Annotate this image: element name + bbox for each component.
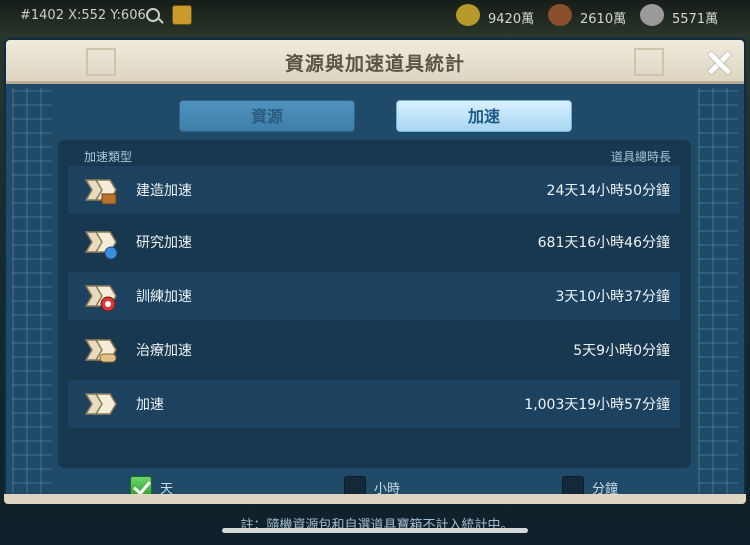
training-speedup-icon <box>84 285 117 312</box>
healing-speedup-icon <box>84 339 117 363</box>
header-speedup-type: 加速類型 <box>84 150 133 164</box>
food-icon <box>456 4 480 26</box>
dialog-title-bar: 資源與加速道具統計 <box>6 40 744 84</box>
speedup-stats-dialog: 資源與加速道具統計 資源 加速 加速類型 道具總時長 建造加速 24天14小時5… <box>4 38 746 533</box>
food-amount: 9420萬 <box>488 12 535 27</box>
close-icon[interactable] <box>706 50 732 76</box>
speedup-table: 加速類型 道具總時長 建造加速 24天14小時50分鐘 研究加速 681天16小… <box>58 140 691 468</box>
row-duration: 3天10小時37分鐘 <box>555 289 670 305</box>
table-row: 訓練加速 3天10小時37分鐘 <box>68 272 680 320</box>
stone-icon <box>640 4 664 26</box>
row-name: 治療加速 <box>136 343 192 359</box>
header-total-duration: 道具總時長 <box>610 150 671 164</box>
row-name: 訓練加速 <box>136 289 192 305</box>
greek-key-border-left <box>12 88 52 498</box>
row-duration: 24天14小時50分鐘 <box>546 183 670 199</box>
row-duration: 1,003天19小時57分鐘 <box>524 397 670 413</box>
tab-resources[interactable]: 資源 <box>179 100 355 132</box>
research-speedup-icon <box>84 231 118 260</box>
table-row: 建造加速 24天14小時50分鐘 <box>68 166 680 214</box>
table-row: 治療加速 5天9小時0分鐘 <box>68 326 680 374</box>
universal-speedup-icon <box>84 393 117 415</box>
table-row: 加速 1,003天19小時57分鐘 <box>68 380 680 428</box>
building-speedup-icon <box>84 179 117 205</box>
coordinates-readout[interactable]: #1402 X:552 Y:606 <box>20 8 146 23</box>
stone-amount: 5571萬 <box>672 12 719 27</box>
wood-amount: 2610萬 <box>580 12 627 27</box>
home-indicator[interactable] <box>222 528 528 533</box>
top-hud: #1402 X:552 Y:606 9420萬 2610萬 5571萬 <box>0 0 750 34</box>
search-icon[interactable] <box>146 8 160 22</box>
dialog-bottom-strip <box>4 494 746 504</box>
table-row: 研究加速 681天16小時46分鐘 <box>68 218 680 266</box>
tab-speedups[interactable]: 加速 <box>396 100 572 132</box>
row-duration: 5天9小時0分鐘 <box>573 343 670 359</box>
game-screen: #1402 X:552 Y:606 9420萬 2610萬 5571萬 資源與加… <box>0 0 750 545</box>
greek-key-border-right <box>698 88 738 498</box>
row-name: 加速 <box>136 397 164 413</box>
wood-icon <box>548 4 572 26</box>
row-name: 建造加速 <box>136 183 192 199</box>
chest-icon[interactable] <box>172 5 192 25</box>
dialog-title: 資源與加速道具統計 <box>284 53 465 75</box>
row-duration: 681天16小時46分鐘 <box>537 235 670 251</box>
row-name: 研究加速 <box>136 235 192 251</box>
